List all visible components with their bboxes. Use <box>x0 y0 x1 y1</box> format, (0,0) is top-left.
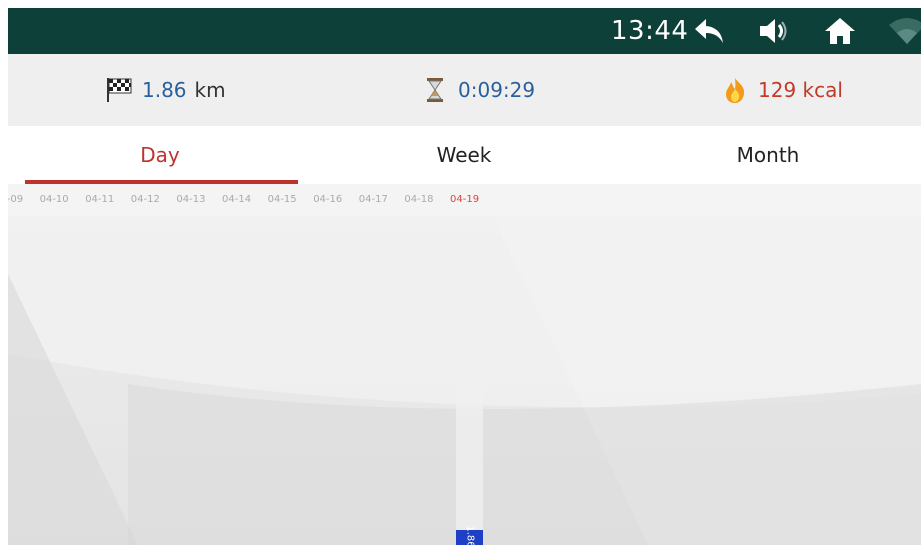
tab-month-label: Month <box>736 143 800 167</box>
activity-bar-chart[interactable]: 04-09 04-10 04-11 04-12 04-13 04-14 04-15 04-16… <box>8 184 921 545</box>
tab-day-label: Day <box>140 143 180 167</box>
selected-day-column <box>456 216 483 545</box>
date-tick-label[interactable]: 04-11 <box>85 194 114 205</box>
date-tick-label[interactable]: 04-18 <box>404 194 433 205</box>
date-tick-label[interactable]: 04-16 <box>313 194 342 205</box>
wifi-icon <box>888 15 921 47</box>
date-tick-label[interactable]: 04-19 <box>450 194 479 205</box>
date-tick-label[interactable]: 04-17 <box>359 194 388 205</box>
tab-week[interactable]: Week <box>312 126 616 184</box>
bar-value-label: 1.86 <box>464 525 475 545</box>
duration-value: 0:09:29 <box>458 78 536 102</box>
home-icon[interactable] <box>823 15 857 47</box>
distance-stat: 1.86 km <box>104 54 226 126</box>
back-arrow-icon[interactable] <box>692 15 726 47</box>
period-tabs: Day Week Month <box>8 126 921 184</box>
date-tick-label[interactable]: 04-14 <box>222 194 251 205</box>
system-status-bar: 13:44 <box>8 8 921 54</box>
tab-week-label: Week <box>436 143 492 167</box>
flame-icon <box>720 76 750 104</box>
clock-time: 13:44 <box>611 16 689 46</box>
date-strip[interactable]: 04-09 04-10 04-11 04-12 04-13 04-14 04-15 04-16… <box>8 184 921 216</box>
calories-stat: 129 kcal <box>720 54 843 126</box>
date-tick-label[interactable]: 04-12 <box>131 194 160 205</box>
calories-value: 129 kcal <box>758 78 843 102</box>
hourglass-icon <box>420 76 450 104</box>
date-tick-label[interactable]: 04-13 <box>176 194 205 205</box>
date-tick-label[interactable]: 04-15 <box>268 194 297 205</box>
date-tick-label[interactable]: 04-10 <box>40 194 69 205</box>
distance-value: 1.86 <box>142 78 187 102</box>
distance-unit: km <box>194 78 226 102</box>
checkered-flag-icon <box>104 76 134 104</box>
volume-icon[interactable] <box>757 15 791 47</box>
workout-summary: 1.86 km 0:09:29 129 kcal <box>8 54 921 126</box>
tab-month[interactable]: Month <box>616 126 920 184</box>
tab-day[interactable]: Day <box>8 126 312 184</box>
duration-stat: 0:09:29 <box>420 54 535 126</box>
date-tick-label[interactable]: 04-09 <box>8 194 23 205</box>
